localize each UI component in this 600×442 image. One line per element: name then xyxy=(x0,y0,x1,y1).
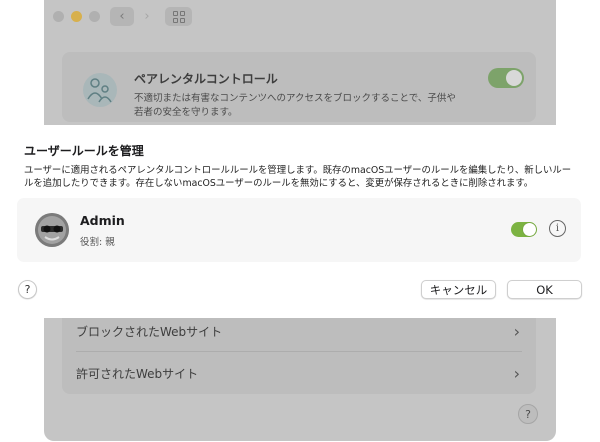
title-bar: ‹ › xyxy=(44,0,556,34)
family-icon xyxy=(83,73,117,107)
manage-user-rules-sheet: ユーザールールを管理 ユーザーに適用されるペアレンタルコントロールルールを管理し… xyxy=(0,125,600,318)
forward-button[interactable]: › xyxy=(135,7,159,26)
chevron-right-icon: › xyxy=(513,363,520,383)
minimize-window-button[interactable] xyxy=(71,11,82,22)
sheet-title: ユーザールールを管理 xyxy=(24,144,144,158)
sheet-description: ユーザーに適用されるペアレンタルコントロールルールを管理します。既存のmacOS… xyxy=(24,165,572,189)
avatar xyxy=(35,213,69,247)
ok-button[interactable]: OK xyxy=(507,280,582,299)
info-icon[interactable]: i xyxy=(549,220,566,237)
help-button[interactable]: ? xyxy=(18,280,37,299)
user-avatar-icon xyxy=(35,213,69,247)
user-rule-row: Admin 役割: 親 i xyxy=(17,198,581,262)
website-list: ブロックされたWebサイト › 許可されたWebサイト › xyxy=(62,308,536,394)
chevron-right-icon: › xyxy=(144,9,150,24)
chevron-left-icon: ‹ xyxy=(119,9,125,24)
show-all-button[interactable] xyxy=(165,7,192,26)
parental-controls-toggle[interactable] xyxy=(488,68,524,88)
zoom-window-button[interactable] xyxy=(89,11,100,22)
parental-controls-card: ペアレンタルコントロール 不適切または有害なコンテンツへのアクセスをブロックする… xyxy=(62,52,536,122)
close-window-button[interactable] xyxy=(53,11,64,22)
background-help-button[interactable]: ? xyxy=(518,404,538,424)
grid-icon xyxy=(172,10,185,23)
user-name: Admin xyxy=(80,213,125,228)
parental-controls-description: 不適切または有害なコンテンツへのアクセスをブロックすることで、子供や若者の安全を… xyxy=(134,93,456,118)
allowed-websites-label: 許可されたWebサイト xyxy=(76,366,199,381)
user-rule-toggle[interactable] xyxy=(511,222,537,237)
allowed-websites-row[interactable]: 許可されたWebサイト › xyxy=(76,353,522,393)
back-button[interactable]: ‹ xyxy=(110,7,134,26)
user-role: 役割: 親 xyxy=(80,237,115,248)
blocked-websites-label: ブロックされたWebサイト xyxy=(76,324,223,339)
chevron-right-icon: › xyxy=(513,321,520,341)
cancel-button[interactable]: キャンセル xyxy=(421,280,496,299)
parental-controls-title: ペアレンタルコントロール xyxy=(134,72,278,86)
